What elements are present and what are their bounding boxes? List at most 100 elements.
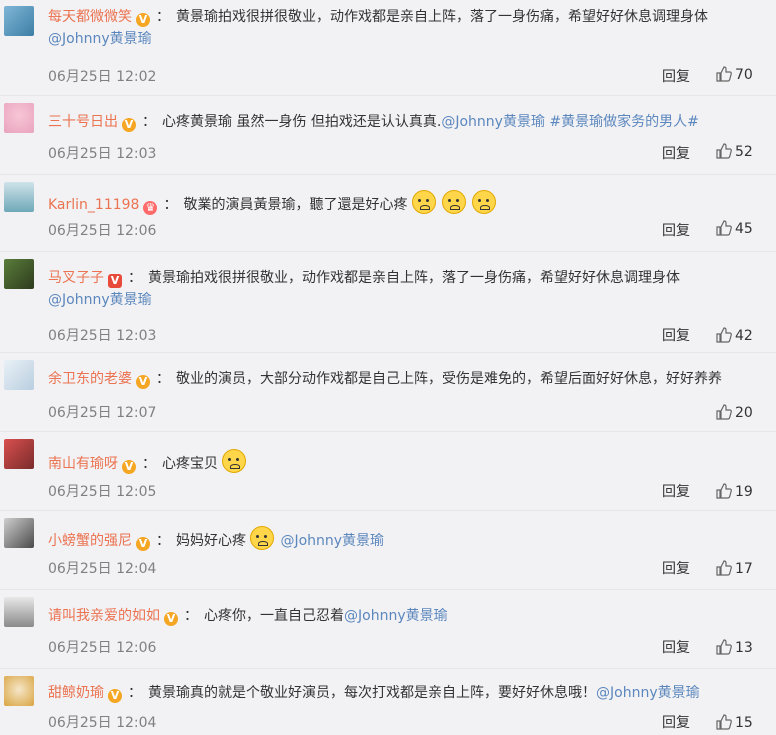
crown-badge-icon: ♛ [143,201,158,215]
thumbs-up-icon [716,66,732,82]
avatar[interactable] [4,676,34,706]
comment-body: 马叉子子 V ： 黄景瑜拍戏很拼很敬业，动作戏都是亲自上阵，落了一身伤痛，希望好好休息… [48,267,756,311]
verified-badge-icon: V [122,118,136,132]
comment-time: 06月25日 12:03 [48,328,157,344]
reply-button[interactable]: 回复 [662,637,690,657]
like-button[interactable]: 70 [716,66,753,83]
username-link[interactable]: 南山有瑜呀 [48,456,118,472]
separator: ： [156,371,170,387]
comment-body: 请叫我亲爱的如如 V ： 心疼你，一直自己忍着@Johnny黄景瑜 [48,605,756,627]
like-button[interactable]: 45 [716,220,753,237]
verified-badge-icon: V [122,460,136,474]
verified-badge-icon: V [136,13,150,27]
verified-badge-icon: V [136,375,150,389]
like-button[interactable]: 17 [716,560,753,577]
thumbs-up-icon [716,560,732,576]
comment-text: 妈妈好心疼 [176,533,246,549]
like-count: 13 [735,640,753,656]
comment-time: 06月25日 12:04 [48,561,157,577]
separator: ： [142,114,156,130]
username-link[interactable]: 马叉子子 [48,270,104,286]
username-link[interactable]: 每天都微微笑 [48,9,132,25]
verified-badge-icon: V [108,689,122,703]
avatar[interactable] [4,182,34,212]
like-button[interactable]: 13 [716,639,753,656]
mention-link[interactable]: @Johnny黄景瑜 [596,685,700,701]
reply-button[interactable]: 回复 [662,481,690,501]
comment-text: 敬業的演員黃景瑜，聽了還是好心疼 [183,197,408,213]
mention-link[interactable]: @Johnny黄景瑜 [344,608,448,624]
like-button[interactable]: 52 [716,143,753,160]
separator: ： [163,197,178,213]
comment-body: Karlin_11198 ♛ ： 敬業的演員黃景瑜，聽了還是好心疼 [48,190,756,216]
avatar[interactable] [4,597,34,627]
thumbs-up-icon [716,639,732,655]
avatar[interactable] [4,6,34,36]
comment-item: 每天都微微笑 V ： 黄景瑜拍戏很拼很敬业，动作戏都是亲自上阵，落了一身伤痛，希望好好… [0,0,776,96]
username-link[interactable]: 余卫东的老婆 [48,371,132,387]
separator: ： [156,9,170,25]
comment-item: 马叉子子 V ： 黄景瑜拍戏很拼很敬业，动作戏都是亲自上阵，落了一身伤痛，希望好好休息… [0,253,776,353]
avatar[interactable] [4,259,34,289]
comment-text: 心疼你，一直自己忍着 [204,608,344,624]
like-count: 19 [735,484,753,500]
comment-body: 余卫东的老婆 V ： 敬业的演员，大部分动作戏都是自己上阵，受伤是难免的，希望后面好好… [48,368,756,390]
comment-time: 06月25日 12:05 [48,484,157,500]
comment-item: 余卫东的老婆 V ： 敬业的演员，大部分动作戏都是自己上阵，受伤是难免的，希望后面好好… [0,354,776,432]
avatar[interactable] [4,518,34,548]
comment-body: 甜鲸奶瑜 V ： 黄景瑜真的就是个敬业好演员，每次打戏都是亲自上阵，要好好休息哦！@J… [48,682,756,704]
like-count: 42 [735,328,753,344]
username-link[interactable]: 小螃蟹的强尼 [48,533,132,549]
username-link[interactable]: 三十号日出 [48,114,118,130]
avatar[interactable] [4,439,34,469]
mention-link[interactable]: @Johnny黄景瑜 [280,533,384,549]
avatar[interactable] [4,103,34,133]
comment-text: 心疼黄景瑜 虽然一身伤 但拍戏还是认认真真. [162,114,442,130]
comment-body: 每天都微微笑 V ： 黄景瑜拍戏很拼很敬业，动作戏都是亲自上阵，落了一身伤痛，希望好好… [48,6,756,50]
reply-button[interactable]: 回复 [662,220,690,240]
verified-badge-icon: V [108,274,122,288]
hug-emoji-icon [471,190,496,214]
hashtag-link[interactable]: #黄景瑜做家务的男人# [549,114,698,130]
mention-link[interactable]: @Johnny黄景瑜 [48,292,152,308]
comment-body: 三十号日出 V：心疼黄景瑜 虽然一身伤 但拍戏还是认认真真.@Johnny黄景瑜 … [48,111,756,133]
separator: ： [142,456,156,472]
comment-item: Karlin_11198 ♛ ： 敬業的演員黃景瑜，聽了還是好心疼 06月25日 12… [0,176,776,252]
thumbs-up-icon [716,327,732,343]
reply-button[interactable]: 回复 [662,143,690,163]
sad-emoji-icon [222,449,247,473]
comment-list: 每天都微微笑 V ： 黄景瑜拍戏很拼很敬业，动作戏都是亲自上阵，落了一身伤痛，希望好好… [0,0,776,735]
verified-badge-icon: V [164,612,178,626]
thumbs-up-icon [716,143,732,159]
comment-item: 三十号日出 V：心疼黄景瑜 虽然一身伤 但拍戏还是认认真真.@Johnny黄景瑜 … [0,97,776,175]
hug-emoji-icon [441,190,466,214]
like-count: 45 [735,221,753,237]
comment-text: 心疼宝贝 [162,456,218,472]
mention-link[interactable]: @Johnny黄景瑜 [48,31,152,47]
like-button[interactable]: 15 [716,714,753,731]
mention-link[interactable]: @Johnny黄景瑜 [441,114,545,130]
like-button[interactable]: 19 [716,483,753,500]
thumbs-up-icon [716,220,732,236]
like-count: 20 [735,405,753,421]
cry-emoji-icon [250,526,275,550]
username-link[interactable]: 请叫我亲爱的如如 [48,608,160,624]
username-link[interactable]: Karlin_11198 [48,197,139,213]
like-button[interactable]: 20 [716,404,753,421]
reply-button[interactable]: 回复 [662,66,690,86]
reply-button[interactable]: 回复 [662,558,690,578]
hug-emoji-icon [411,190,436,214]
comment-text: 敬业的演员，大部分动作戏都是自己上阵，受伤是难免的，希望后面好好休息，好好养养 [176,371,722,387]
comment-text: 黄景瑜拍戏很拼很敬业，动作戏都是亲自上阵，落了一身伤痛，希望好好休息调理身体 [148,270,680,286]
separator: ： [156,533,170,549]
thumbs-up-icon [716,714,732,730]
like-count: 70 [735,67,753,83]
reply-button[interactable]: 回复 [662,325,690,345]
like-count: 17 [735,561,753,577]
avatar[interactable] [4,360,34,390]
reply-button[interactable]: 回复 [662,712,690,732]
like-button[interactable]: 42 [716,327,753,344]
comment-time: 06月25日 12:06 [48,223,157,239]
username-link[interactable]: 甜鲸奶瑜 [48,685,104,701]
comment-item: 甜鲸奶瑜 V ： 黄景瑜真的就是个敬业好演员，每次打戏都是亲自上阵，要好好休息哦！@J… [0,670,776,735]
